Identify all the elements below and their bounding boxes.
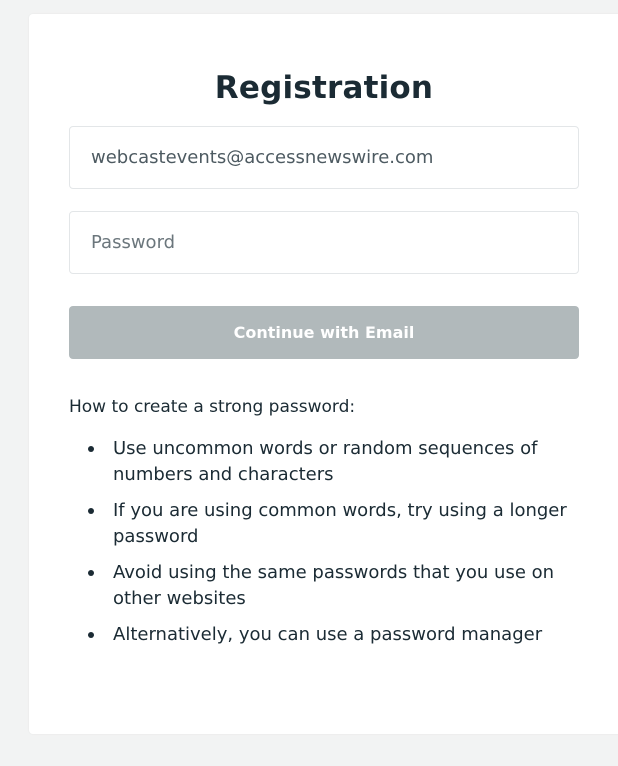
bullet-icon xyxy=(88,632,94,638)
tip-text: Alternatively, you can use a password ma… xyxy=(113,624,543,645)
tip-text: If you are using common words, try using… xyxy=(113,500,567,547)
list-item: Use uncommon words or random sequences o… xyxy=(88,436,579,488)
list-item: If you are using common words, try using… xyxy=(88,498,579,550)
password-tips-list: Use uncommon words or random sequences o… xyxy=(69,436,579,658)
continue-with-email-button[interactable]: Continue with Email xyxy=(69,306,579,359)
tip-text: Use uncommon words or random sequences o… xyxy=(113,438,538,485)
bullet-icon xyxy=(88,446,94,452)
password-field[interactable] xyxy=(69,211,579,274)
email-field[interactable] xyxy=(69,126,579,189)
tip-text: Avoid using the same passwords that you … xyxy=(113,562,555,609)
bullet-icon xyxy=(88,508,94,514)
list-item: Avoid using the same passwords that you … xyxy=(88,560,579,612)
password-tips-heading: How to create a strong password: xyxy=(69,397,356,417)
registration-card: Registration Continue with Email How to … xyxy=(29,14,618,734)
list-item: Alternatively, you can use a password ma… xyxy=(88,622,579,648)
bullet-icon xyxy=(88,570,94,576)
page-title: Registration xyxy=(214,70,434,106)
